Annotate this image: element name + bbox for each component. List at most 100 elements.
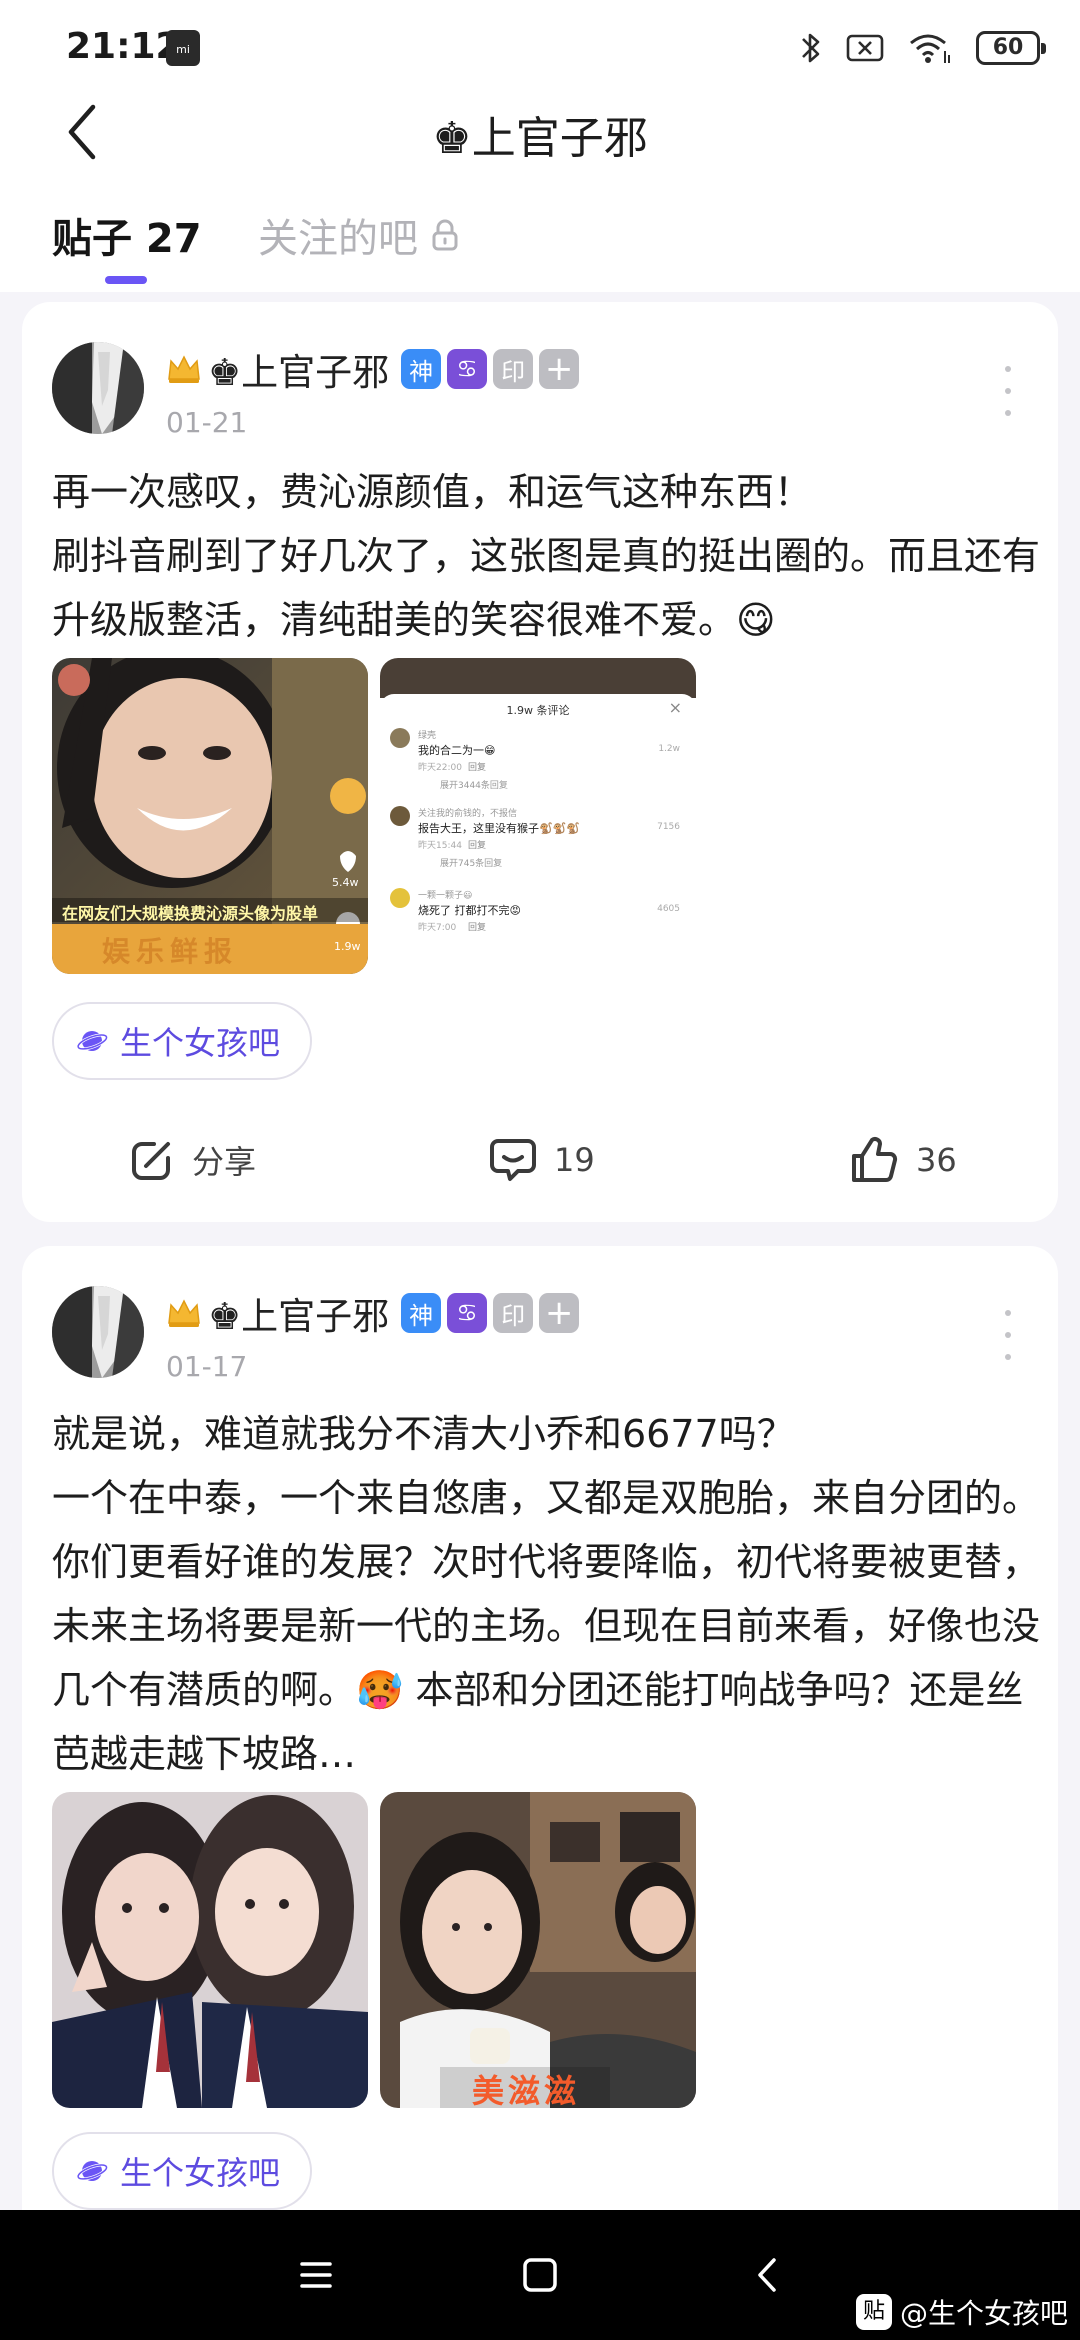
badge-zodiac: ♋: [447, 349, 488, 389]
tab-posts[interactable]: 贴子 27: [52, 206, 202, 264]
battery-icon: 60: [976, 31, 1046, 65]
post-images: 在网友们大规模换费沁源头像为股单 娱乐鲜报 5.4w 1.9w 1.9w 条评论…: [52, 658, 696, 974]
planet-icon: [76, 1031, 108, 1051]
system-back-button[interactable]: [732, 2240, 802, 2310]
post-image-2[interactable]: 1.9w 条评论 × 绿壳 我的合二为一😁 昨天22:00 回复 1.2w 展开…: [380, 658, 696, 974]
badge-shen: 神: [401, 1293, 442, 1333]
badge-yin: 印: [493, 349, 534, 389]
author-name[interactable]: ♚上官子邪: [208, 1286, 389, 1340]
home-square-icon: [523, 2258, 557, 2292]
like-button[interactable]: 36: [848, 1120, 957, 1200]
tab-followed-bars[interactable]: 关注的吧: [258, 206, 458, 264]
screen: 21:12 mi 60 ♚上官子邪 贴子 27 关注的吧 ♚上官子邪 神 ♋ 印…: [0, 0, 1080, 2340]
bar-tag-label: 生个女孩吧: [120, 2154, 281, 2192]
nav-bar: ♚上官子邪: [0, 92, 1080, 180]
post-text[interactable]: 再一次感叹，费沁源颜值，和运气这种东西！ 刷抖音刷到了好几次了，这张图是真的挺出…: [52, 460, 1042, 652]
commenter-avatar: [390, 888, 410, 908]
more-options-button[interactable]: [998, 366, 1018, 416]
post-date: 01-21: [166, 406, 248, 439]
author-row: ♚上官子邪 神 ♋ 印 +: [166, 346, 580, 394]
like-count-overlay: 5.4w: [332, 876, 359, 889]
avatar-image: [52, 342, 144, 434]
sheet-comment: 关注我的俞钱的，不报信 报告大王，这里没有猴子🐒🐒🐒 昨天15:44 回复 71…: [390, 806, 686, 876]
comment-button[interactable]: 19: [488, 1120, 595, 1200]
watermark-text: @生个女孩吧: [899, 2297, 1068, 2330]
comment-count: 19: [554, 1141, 595, 1179]
comment-text: 我的合二为一😁: [418, 744, 496, 757]
comment-icon: [490, 1139, 536, 1181]
commenter-avatar: [390, 806, 410, 826]
share-label: 分享: [192, 1143, 257, 1181]
comment-reply: 回复: [468, 923, 487, 933]
share-button[interactable]: 分享: [128, 1120, 256, 1200]
header: 21:12 mi 60 ♚上官子邪 贴子 27 关注的吧: [0, 0, 1080, 292]
page-title: ♚上官子邪: [432, 113, 648, 164]
post-actions: 分享 19 36: [22, 1120, 1058, 1200]
bar-tag[interactable]: 生个女孩吧: [52, 2132, 313, 2210]
author-name[interactable]: ♚上官子邪: [208, 342, 389, 396]
badge-plus: +: [539, 1293, 580, 1333]
recent-apps-button[interactable]: [281, 2240, 351, 2310]
like-count: 36: [916, 1141, 957, 1179]
commenter-name: 绿壳: [418, 731, 437, 741]
active-tab-indicator: [105, 276, 147, 284]
image-caption: 在网友们大规模换费沁源头像为股单: [62, 904, 319, 923]
photo-smiling-girl: [52, 658, 368, 974]
comment-expand: 展开3444条回复: [440, 781, 508, 791]
mi-notification-icon: mi: [166, 30, 200, 66]
no-sim-icon: [846, 34, 884, 62]
comment-time: 昨天15:44: [418, 841, 462, 851]
avatar-image: [52, 1286, 144, 1378]
bluetooth-icon: [802, 33, 820, 63]
comment-sheet-header: 1.9w 条评论: [506, 704, 570, 717]
menu-icon: [300, 2262, 332, 2288]
status-bar: 21:12 mi 60: [0, 0, 1080, 92]
bar-tag[interactable]: 生个女孩吧: [52, 1002, 313, 1080]
badge-plus: +: [539, 349, 580, 389]
status-icons: 60: [800, 28, 1046, 68]
comment-reply: 回复: [468, 763, 487, 773]
badge-yin: 印: [493, 1293, 534, 1333]
share-icon: [132, 1142, 170, 1180]
comment-text: 烧死了 打都打不完😡: [418, 904, 521, 917]
post-image-1[interactable]: [52, 1792, 368, 2108]
avatar[interactable]: [52, 342, 144, 434]
image-caption: 美滋滋: [472, 2072, 581, 2108]
home-button[interactable]: [505, 2240, 575, 2310]
crown-level-icon: [168, 355, 200, 383]
comment-expand: 展开745条回复: [440, 859, 503, 869]
comment-reply: 回复: [468, 841, 487, 851]
post-image-1[interactable]: 在网友们大规模换费沁源头像为股单 娱乐鲜报 5.4w 1.9w: [52, 658, 368, 974]
comment-time: 昨天7:00: [418, 923, 457, 933]
avatar[interactable]: [52, 1286, 144, 1378]
comment-sheet-close-icon: ×: [668, 698, 682, 717]
badge-zodiac: ♋: [447, 1293, 488, 1333]
status-time: 21:12: [66, 26, 181, 67]
tab-bar: 贴子 27 关注的吧: [0, 200, 1080, 292]
wifi-icon: [910, 34, 950, 63]
tieba-logo-icon: 贴: [855, 2294, 892, 2330]
system-nav-bar: 贴 @生个女孩吧: [0, 2210, 1080, 2340]
comment-text: 报告大王，这里没有猴子🐒🐒🐒: [418, 822, 581, 835]
comment-likes: 7156: [657, 822, 680, 832]
back-chevron-icon: [758, 2258, 776, 2292]
bar-tag-label: 生个女孩吧: [120, 1024, 281, 1062]
image-top-strip: [380, 658, 696, 698]
more-options-button[interactable]: [998, 1310, 1018, 1360]
post-date: 01-17: [166, 1350, 248, 1383]
badge-shen: 神: [401, 349, 442, 389]
tab-followed-bars-label: 关注的吧: [258, 216, 418, 262]
post-card[interactable]: ♚上官子邪 神 ♋ 印 + 01-17 就是说，难道就我分不清大小乔和6677吗…: [22, 1246, 1058, 2340]
post-card[interactable]: ♚上官子邪 神 ♋ 印 + 01-21 再一次感叹，费沁源颜值，和运气这种东西！…: [22, 302, 1058, 1222]
planet-icon: [76, 2161, 108, 2181]
post-images: 美滋滋: [52, 1792, 696, 2108]
comment-likes: 4605: [657, 904, 680, 914]
sheet-comment: 绿壳 我的合二为一😁 昨天22:00 回复 1.2w 展开3444条回复: [390, 728, 686, 798]
lock-icon: [432, 219, 458, 251]
photo-two-girls-selfie: [52, 1792, 368, 2108]
crown-level-icon: [168, 1299, 200, 1327]
commenter-avatar: [390, 728, 410, 748]
post-image-2[interactable]: 美滋滋: [380, 1792, 696, 2108]
post-text[interactable]: 就是说，难道就我分不清大小乔和6677吗？ 一个在中泰，一个来自悠唐，又都是双胞…: [52, 1402, 1042, 1786]
sheet-comment: 一颗一颗子😃 烧死了 打都打不完😡 昨天7:00 回复 4605: [390, 888, 686, 958]
